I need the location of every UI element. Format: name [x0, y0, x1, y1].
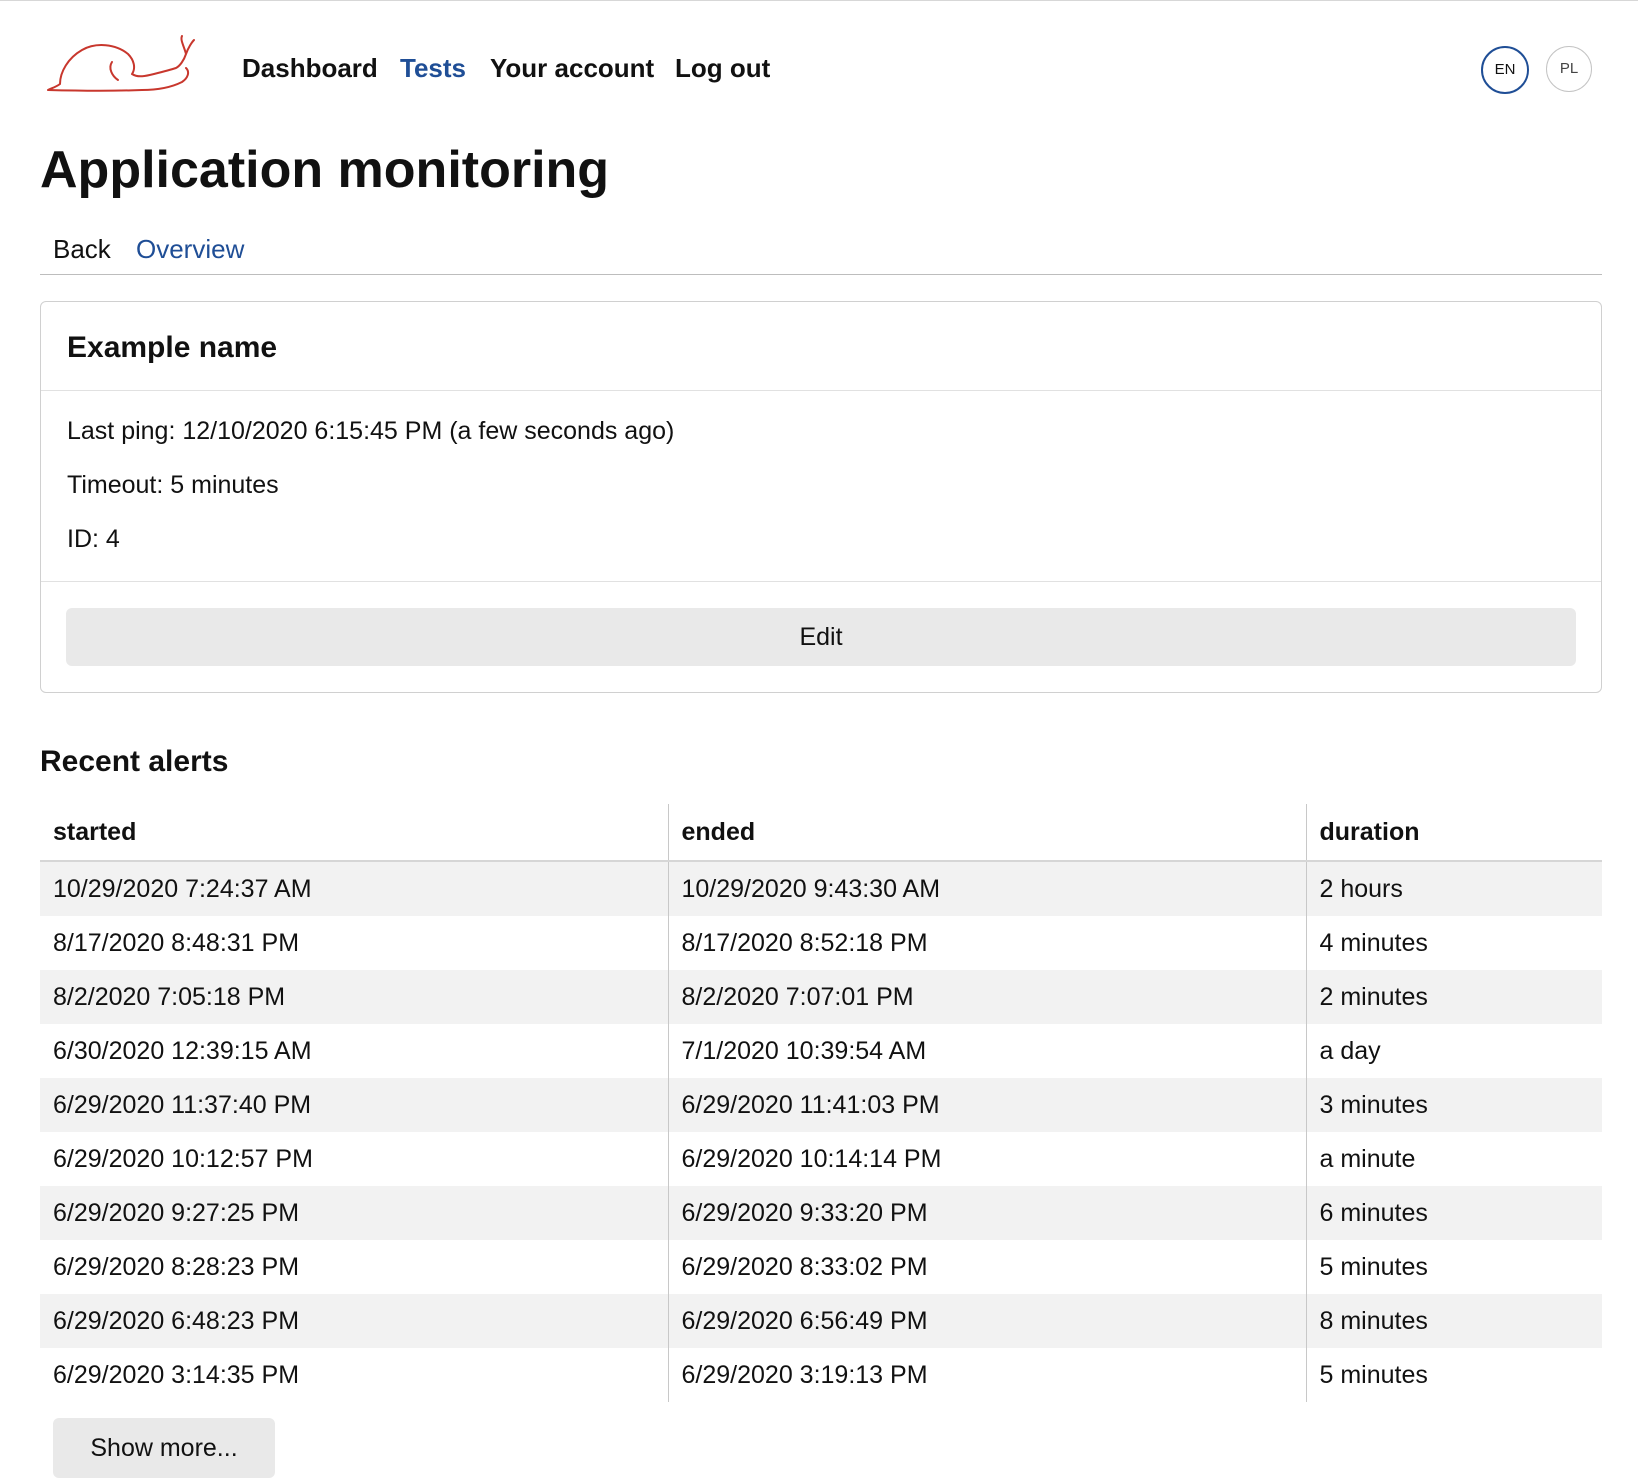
cell-started: 8/17/2020 8:48:31 PM — [53, 928, 300, 957]
language-en-button[interactable]: EN — [1481, 46, 1529, 94]
table-row: 6/30/2020 12:39:15 AM 7/1/2020 10:39:54 … — [40, 1024, 1602, 1078]
back-link[interactable]: Back — [53, 234, 111, 265]
card-footer: Edit — [41, 581, 1601, 692]
nav-your-account[interactable]: Your account — [490, 50, 654, 86]
cell-duration: 2 minutes — [1305, 970, 1602, 1024]
table-row: 6/29/2020 10:12:57 PM 6/29/2020 10:14:14… — [40, 1132, 1602, 1186]
table-row: 6/29/2020 11:37:40 PM 6/29/2020 11:41:03… — [40, 1078, 1602, 1132]
cell-started: 8/2/2020 7:05:18 PM — [40, 970, 668, 1024]
nav-tests[interactable]: Tests — [400, 50, 466, 86]
edit-button[interactable]: Edit — [66, 608, 1576, 666]
cell-ended: 6/29/2020 8:33:02 PM — [667, 1240, 1306, 1294]
cell-started: 6/29/2020 11:37:40 PM — [40, 1078, 668, 1132]
table-row: 6/29/2020 6:48:23 PM 6/29/2020 6:56:49 P… — [40, 1294, 1602, 1348]
table-row: 8/2/2020 7:05:18 PM 8/2/2020 7:07:01 PM … — [40, 970, 1602, 1024]
alerts-table: started ended duration 10/29/2020 7:24:3… — [40, 804, 1602, 1402]
cell-duration: 5 minutes — [1305, 1240, 1602, 1294]
table-row: 6/29/2020 3:14:35 PM 6/29/2020 3:19:13 P… — [40, 1348, 1602, 1402]
nav-log-out[interactable]: Log out — [675, 50, 770, 86]
id-text: ID: 4 — [67, 525, 120, 553]
cell-started: 10/29/2020 7:24:37 AM — [40, 861, 668, 916]
timeout-text: Timeout: 5 minutes — [67, 471, 279, 499]
table-header-row: started ended duration — [40, 804, 1602, 862]
sub-navigation: Back Overview — [40, 228, 1602, 275]
cell-duration: 6 minutes — [1305, 1186, 1602, 1240]
cell-duration: 5 minutes — [1305, 1348, 1602, 1402]
language-pl-button[interactable]: PL — [1546, 46, 1592, 92]
nav-dashboard[interactable]: Dashboard — [242, 50, 378, 86]
cell-duration: 4 minutes — [1305, 916, 1602, 970]
column-header-started: started — [40, 804, 668, 862]
cell-duration: a minute — [1305, 1132, 1602, 1186]
cell-ended: 8/17/2020 8:52:18 PM — [667, 916, 1306, 970]
logo-shell-curve — [109, 61, 119, 81]
cell-ended: 6/29/2020 9:33:20 PM — [667, 1186, 1306, 1240]
cell-duration: 2 hours — [1305, 861, 1602, 916]
card-header: Example name — [41, 302, 1601, 391]
cell-started: 6/29/2020 9:27:25 PM — [40, 1186, 668, 1240]
cell-ended: 6/29/2020 6:56:49 PM — [667, 1294, 1306, 1348]
last-ping-text: Last ping: 12/10/2020 6:15:45 PM (a few … — [67, 417, 675, 445]
cell-duration: a day — [1305, 1024, 1602, 1078]
cell-started: 6/29/2020 3:14:35 PM — [53, 1360, 300, 1389]
cell-ended: 6/29/2020 3:19:13 PM — [667, 1348, 1306, 1402]
table-row: 10/29/2020 7:24:37 AM 10/29/2020 9:43:30… — [40, 861, 1602, 916]
cell-started: 6/29/2020 10:12:57 PM — [53, 1144, 313, 1173]
logo-outline — [47, 35, 195, 92]
table-row: 8/17/2020 8:48:31 PM 8/17/2020 8:52:18 P… — [40, 916, 1602, 970]
alerts-table-container: started ended duration 10/29/2020 7:24:3… — [40, 804, 1602, 1402]
column-header-ended: ended — [667, 804, 1306, 862]
cell-duration: 8 minutes — [1305, 1294, 1602, 1348]
top-navigation: Dashboard Tests Your account Log out EN … — [0, 0, 1638, 140]
cell-ended: 6/29/2020 10:14:14 PM — [667, 1132, 1306, 1186]
overview-tab[interactable]: Overview — [136, 234, 244, 265]
snail-logo-icon[interactable] — [46, 30, 196, 100]
cell-ended: 6/29/2020 11:41:03 PM — [667, 1078, 1306, 1132]
card-title: Example name — [67, 331, 278, 364]
monitor-card: Example name Last ping: 12/10/2020 6:15:… — [40, 301, 1602, 693]
cell-ended: 7/1/2020 10:39:54 AM — [667, 1024, 1306, 1078]
column-header-duration: duration — [1305, 804, 1602, 862]
cell-ended: 10/29/2020 9:43:30 AM — [667, 861, 1306, 916]
cell-started: 6/29/2020 8:28:23 PM — [53, 1252, 300, 1281]
table-row: 6/29/2020 9:27:25 PM 6/29/2020 9:33:20 P… — [40, 1186, 1602, 1240]
cell-started: 6/30/2020 12:39:15 AM — [53, 1036, 312, 1065]
page-title: Application monitoring — [40, 141, 610, 199]
cell-started: 6/29/2020 6:48:23 PM — [40, 1294, 668, 1348]
cell-ended: 8/2/2020 7:07:01 PM — [667, 970, 1306, 1024]
cell-duration: 3 minutes — [1305, 1078, 1602, 1132]
show-more-button[interactable]: Show more... — [53, 1418, 275, 1478]
recent-alerts-title: Recent alerts — [40, 745, 229, 778]
table-row: 6/29/2020 8:28:23 PM 6/29/2020 8:33:02 P… — [40, 1240, 1602, 1294]
